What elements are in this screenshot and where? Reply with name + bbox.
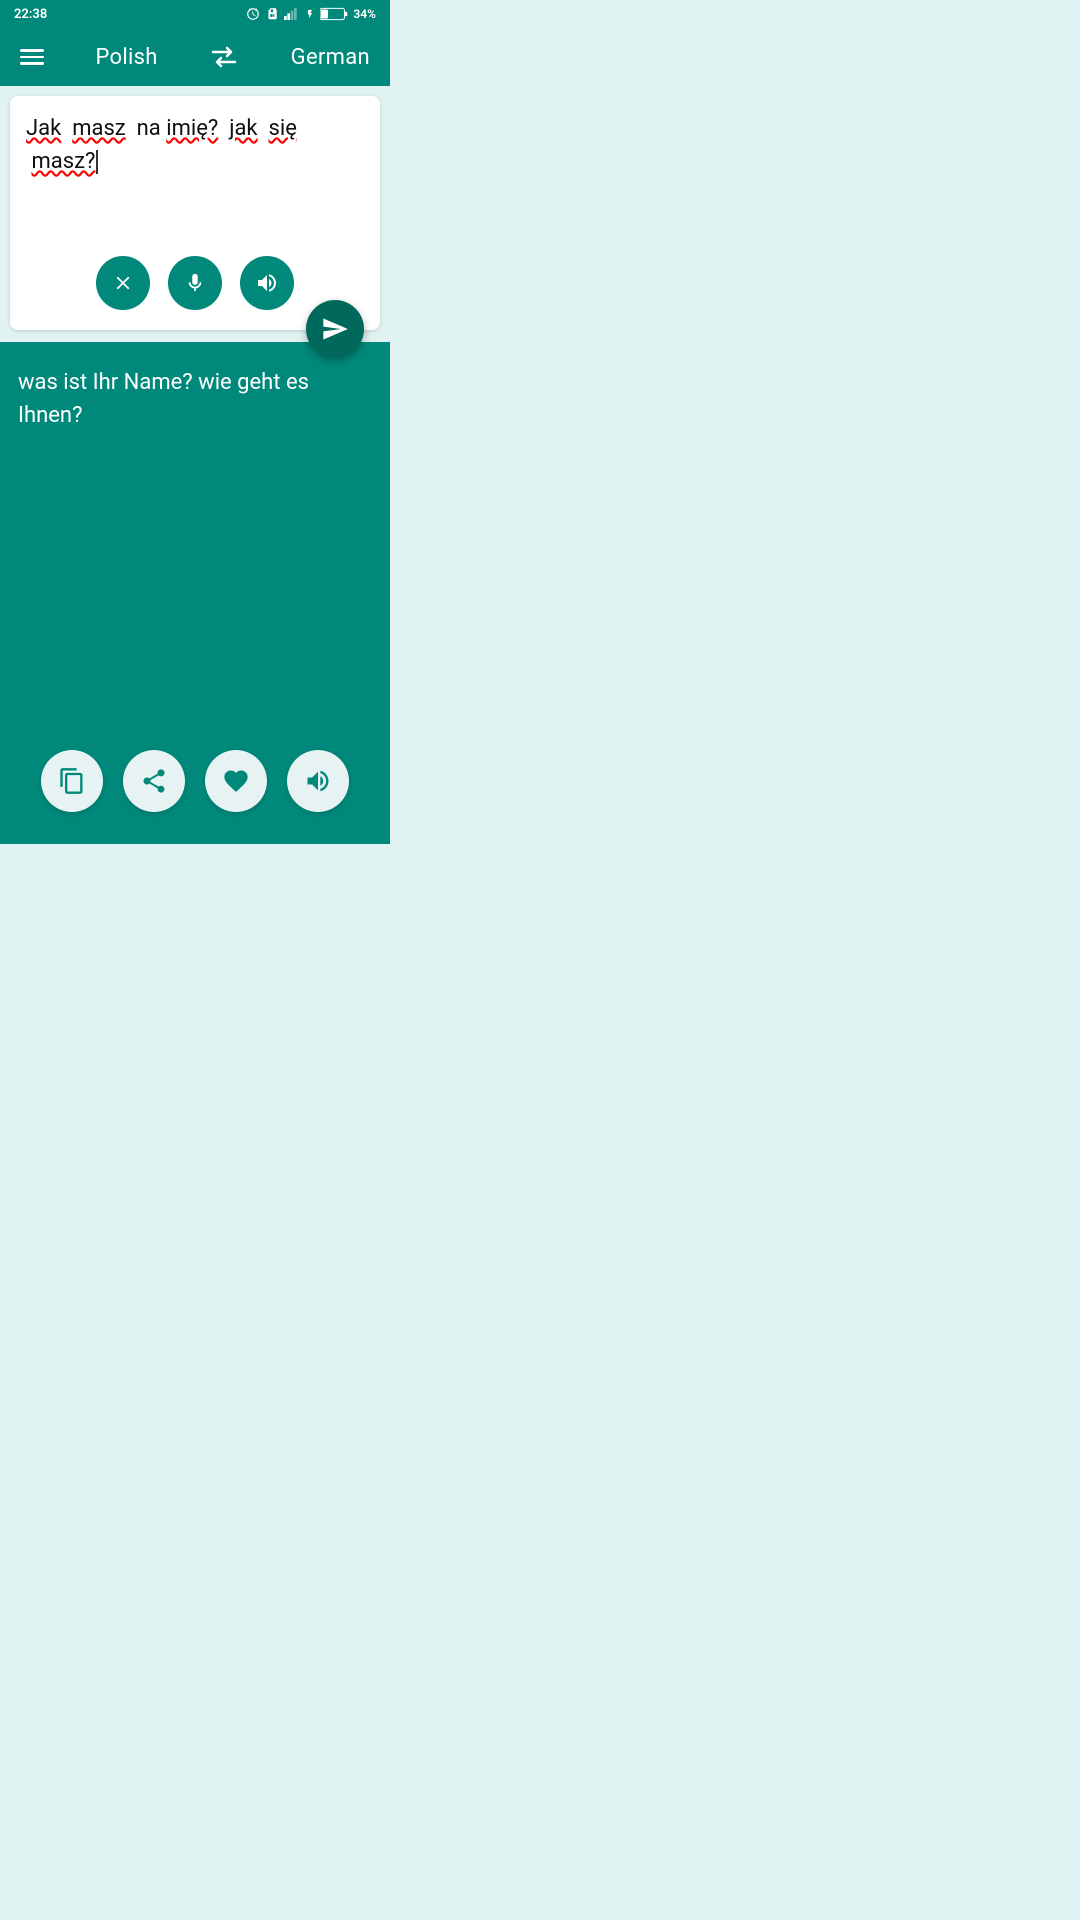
battery-percentage: 34% bbox=[353, 7, 376, 21]
output-section: was ist Ihr Name? wie geht es Ihnen? bbox=[0, 342, 390, 844]
clear-button[interactable] bbox=[96, 256, 150, 310]
translate-button[interactable] bbox=[306, 300, 364, 358]
alarm-icon bbox=[246, 7, 260, 21]
target-language[interactable]: German bbox=[291, 45, 370, 70]
word-sie: się bbox=[269, 116, 297, 141]
status-bar: 22:38 34% bbox=[0, 0, 390, 28]
volume-target-icon bbox=[304, 767, 332, 795]
sim-icon bbox=[265, 7, 279, 21]
share-button[interactable] bbox=[123, 750, 185, 812]
time: 22:38 bbox=[14, 7, 47, 22]
copy-icon bbox=[58, 767, 86, 795]
word-jak2: jak bbox=[229, 116, 257, 141]
close-icon bbox=[112, 272, 134, 294]
word-jak1: Jak bbox=[26, 116, 61, 141]
volume-icon bbox=[255, 271, 279, 295]
send-icon bbox=[321, 315, 349, 343]
signal-icon bbox=[284, 7, 300, 21]
source-language[interactable]: Polish bbox=[95, 45, 157, 70]
battery-icon bbox=[320, 7, 348, 21]
swap-languages-button[interactable] bbox=[209, 46, 239, 68]
favorite-button[interactable] bbox=[205, 750, 267, 812]
speak-source-button[interactable] bbox=[240, 256, 294, 310]
input-section: Jak masz na imię? jak się masz? bbox=[10, 96, 380, 330]
microphone-button[interactable] bbox=[168, 256, 222, 310]
status-icons: 34% bbox=[246, 7, 376, 21]
swap-icon bbox=[209, 46, 239, 68]
heart-icon bbox=[222, 767, 250, 795]
source-text-input[interactable]: Jak masz na imię? jak się masz? bbox=[26, 112, 364, 232]
output-action-buttons bbox=[18, 750, 372, 828]
microphone-icon bbox=[184, 272, 206, 294]
navbar: Polish German bbox=[0, 28, 390, 86]
charging-icon bbox=[305, 7, 315, 21]
menu-button[interactable] bbox=[20, 49, 44, 65]
translated-text: was ist Ihr Name? wie geht es Ihnen? bbox=[18, 366, 372, 432]
text-cursor bbox=[96, 150, 98, 174]
speak-target-button[interactable] bbox=[287, 750, 349, 812]
main-content: Jak masz na imię? jak się masz? was ist … bbox=[0, 86, 390, 844]
share-icon bbox=[140, 767, 168, 795]
word-masz2: masz? bbox=[31, 149, 95, 174]
copy-button[interactable] bbox=[41, 750, 103, 812]
word-masz1: masz bbox=[72, 116, 126, 141]
word-imie: imię? bbox=[166, 116, 218, 141]
